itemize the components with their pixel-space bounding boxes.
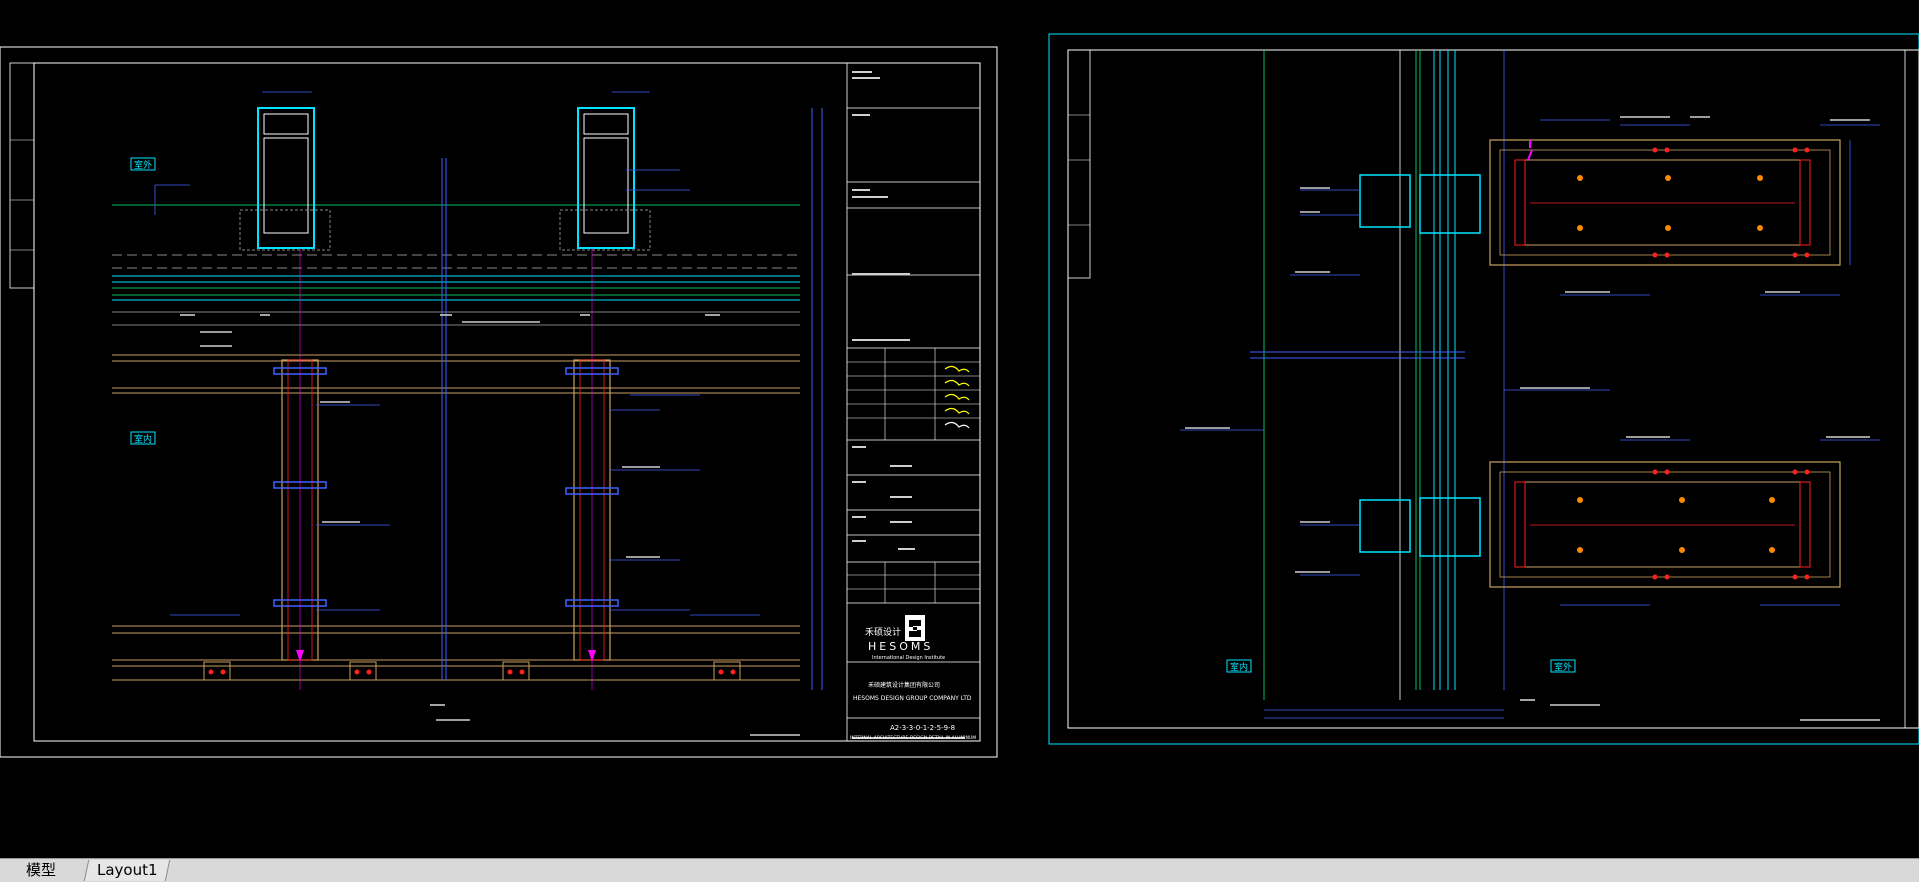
bracket-upper (1359, 139, 1841, 266)
company-logo: 禾硕设计 HESOMS International Design Institu… (865, 615, 945, 661)
svg-text:禾硕建筑设计集团有限公司: 禾硕建筑设计集团有限公司 (868, 681, 940, 689)
tab-layout1[interactable]: Layout1 (83, 860, 171, 881)
tab-layout1-label: Layout1 (96, 861, 158, 879)
tag-indoor-right: 室内 (1230, 661, 1248, 673)
svg-text:HESOMS DESIGN GROUP COMPANY LT: HESOMS DESIGN GROUP COMPANY LTD (853, 695, 972, 702)
mullion-2 (559, 107, 651, 690)
right-sheet: 室内 室外 (1048, 33, 1919, 745)
tag-indoor: 室内 (134, 433, 152, 445)
layout-tab-bar: 模型 Layout1 (0, 858, 1919, 882)
tag-outdoor-right: 室外 (1554, 661, 1572, 673)
drawing-canvas[interactable]: 禾硕设计 HESOMS International Design Institu… (0, 0, 1919, 858)
tag-outdoor: 室外 (134, 159, 152, 171)
svg-text:INTERNAL ARCHITECTURE DESIGN D: INTERNAL ARCHITECTURE DESIGN DETAIL IN A… (850, 735, 976, 741)
tab-model[interactable]: 模型 (6, 860, 76, 881)
left-sheet: 禾硕设计 HESOMS International Design Institu… (0, 46, 998, 758)
svg-text:禾硕设计: 禾硕设计 (865, 626, 901, 638)
svg-text:International Design Institute: International Design Institute (872, 655, 945, 661)
mullion-1 (239, 107, 331, 690)
svg-text:HESOMS: HESOMS (868, 640, 933, 653)
cad-drawing: 禾硕设计 HESOMS International Design Institu… (0, 33, 1919, 758)
signatures (944, 365, 970, 429)
bracket-lower (1359, 461, 1841, 588)
svg-text:A2-3-3-0-1-2-5-9-8: A2-3-3-0-1-2-5-9-8 (890, 724, 955, 732)
